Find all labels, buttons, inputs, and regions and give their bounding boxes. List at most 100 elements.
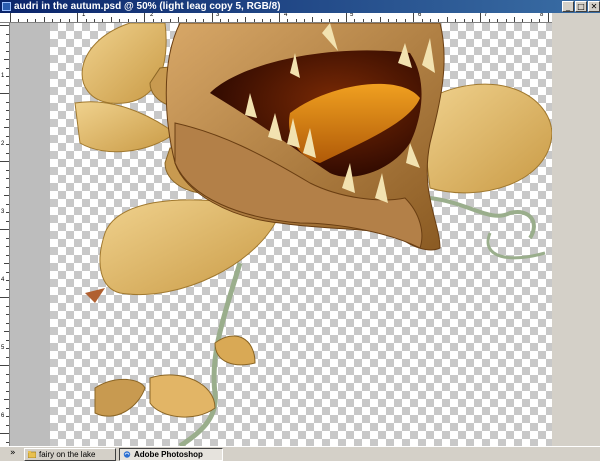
ruler-tick — [287, 19, 289, 22]
ruler-tick — [253, 19, 255, 22]
ruler-tick — [10, 13, 11, 22]
ruler-tick — [346, 13, 347, 22]
ruler-tick — [6, 76, 9, 77]
document-icon — [2, 2, 11, 11]
ruler-tick — [270, 19, 272, 22]
ruler-tick — [6, 373, 9, 375]
ruler-tick — [371, 19, 373, 22]
ruler-tick — [6, 348, 9, 349]
ruler-label: 8 — [540, 13, 544, 18]
taskbar-item-label: fairy on the lake — [39, 450, 96, 459]
ruler-tick — [320, 19, 322, 22]
ruler-label: 7 — [484, 13, 488, 18]
ruler-tick — [127, 19, 129, 22]
ruler-tick — [152, 19, 154, 22]
ruler-tick — [6, 50, 9, 52]
ruler-tick — [6, 144, 9, 145]
ruler-tick — [6, 220, 9, 222]
ruler-label: 1 — [1, 73, 5, 79]
ruler-tick — [94, 19, 95, 22]
ruler-tick — [203, 19, 205, 22]
ruler-tick — [354, 19, 356, 22]
close-button[interactable]: ✕ — [588, 1, 600, 12]
ruler-tick — [6, 42, 9, 43]
horizontal-ruler[interactable]: 1 2 3 4 5 6 7 8 — [0, 13, 552, 23]
ruler-tick — [6, 382, 9, 383]
maximize-button[interactable]: □ — [575, 1, 587, 12]
ruler-tick — [211, 13, 213, 22]
taskbar-item-label: Adobe Photoshop — [134, 450, 203, 459]
ruler-tick — [4, 263, 9, 264]
ruler-tick — [413, 13, 415, 22]
ruler-label: 5 — [350, 13, 354, 18]
taskbar: » fairy on the lake Adobe Photoshop — [0, 446, 600, 461]
ruler-tick — [514, 17, 515, 22]
folder-icon — [28, 451, 36, 458]
ruler-tick — [388, 19, 389, 22]
ruler-tick — [6, 254, 9, 256]
ruler-tick — [6, 186, 9, 188]
ruler-tick — [329, 19, 331, 22]
ruler-tick — [530, 19, 532, 22]
ruler-tick — [312, 17, 314, 22]
ruler-tick — [4, 331, 9, 332]
ruler-tick — [404, 19, 406, 22]
ruler-tick — [6, 84, 9, 86]
ruler-label: 1 — [82, 13, 86, 18]
ruler-tick — [245, 17, 247, 22]
ruler-tick — [6, 152, 9, 154]
vertical-ruler[interactable]: 1 2 3 4 5 6 — [0, 23, 10, 446]
ruler-tick — [6, 110, 9, 111]
ruler-tick — [0, 297, 9, 298]
ruler-tick — [505, 19, 507, 22]
ruler-tick — [6, 314, 9, 315]
window-title: audri in the autum.psd @ 50% (light leag… — [14, 1, 281, 12]
ruler-label: 2 — [150, 13, 154, 18]
ruler-tick — [497, 19, 499, 22]
ruler-tick — [304, 19, 305, 22]
ruler-tick — [6, 305, 9, 307]
ruler-tick — [6, 339, 9, 341]
ruler-tick — [6, 280, 9, 281]
ruler-tick — [0, 433, 9, 434]
taskbar-item-adobe-photoshop[interactable]: Adobe Photoshop — [119, 448, 223, 461]
ruler-tick — [136, 19, 137, 22]
minimize-button[interactable]: _ — [562, 1, 574, 12]
ruler-label: 6 — [418, 13, 422, 18]
ruler-tick — [337, 19, 339, 22]
ruler-tick — [102, 19, 104, 22]
vertical-scrollbar[interactable] — [552, 13, 600, 446]
ruler-tick — [547, 13, 549, 22]
ruler-label: 6 — [1, 413, 5, 419]
ruler-tick — [6, 118, 9, 120]
ruler-tick — [4, 59, 9, 60]
taskbar-expand-button[interactable]: » — [10, 447, 16, 460]
ruler-tick — [522, 19, 524, 22]
plant-artwork — [74, 23, 552, 446]
ruler-tick — [52, 19, 53, 22]
ruler-label: 5 — [1, 345, 5, 351]
taskbar-item-fairy-on-the-lake[interactable]: fairy on the lake — [24, 448, 116, 461]
ruler-tick — [6, 322, 9, 324]
ruler-tick — [85, 19, 87, 22]
ruler-tick — [6, 416, 9, 417]
ruler-tick — [228, 19, 230, 22]
ruler-label: 4 — [284, 13, 288, 18]
ruler-tick — [6, 271, 9, 273]
document-canvas[interactable] — [10, 23, 552, 446]
ruler-tick — [262, 19, 263, 22]
ruler-tick — [396, 19, 398, 22]
window-titlebar[interactable]: audri in the autum.psd @ 50% (light leag… — [0, 0, 600, 13]
ruler-tick — [6, 441, 9, 443]
ruler-tick — [6, 203, 9, 205]
ruler-tick — [68, 19, 70, 22]
ruler-tick — [26, 19, 28, 22]
ruler-tick — [4, 127, 9, 128]
ruler-tick — [463, 19, 465, 22]
ruler-tick — [295, 19, 297, 22]
ruler-tick — [480, 13, 482, 22]
ruler-tick — [6, 169, 9, 171]
ruler-tick — [43, 17, 45, 22]
ruler-tick — [6, 135, 9, 137]
ruler-tick — [278, 13, 280, 22]
